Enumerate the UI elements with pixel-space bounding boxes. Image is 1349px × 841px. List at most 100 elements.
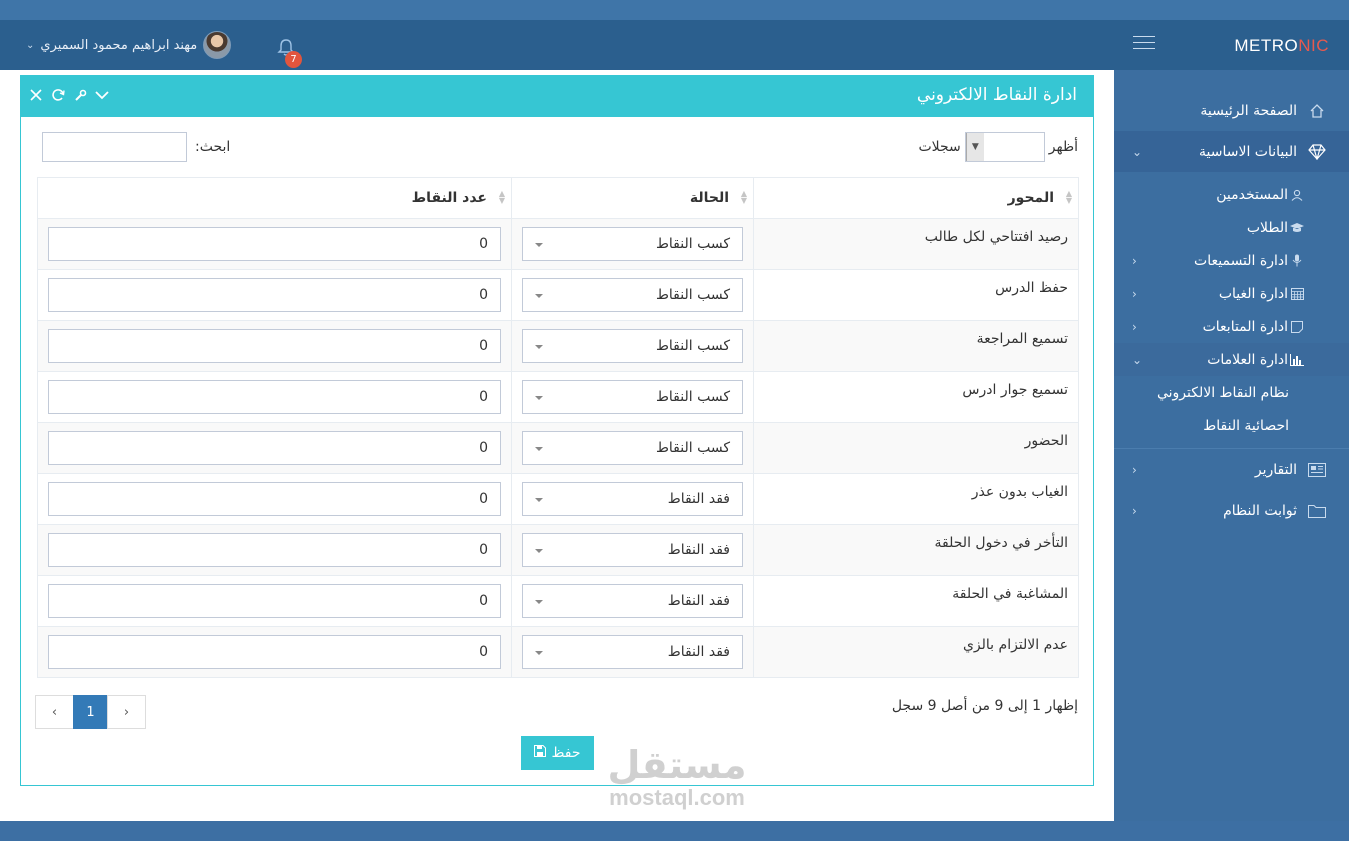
sidebar-item-basic-data[interactable]: البيانات الاساسية ⌄: [1114, 131, 1349, 172]
points-input[interactable]: 0: [48, 635, 501, 669]
points-input[interactable]: 0: [48, 329, 501, 363]
axis-cell: عدم الالتزام بالزي: [753, 626, 1079, 678]
column-header-axis[interactable]: ▲ ▼ المحور: [753, 177, 1079, 219]
points-cell: 0: [37, 320, 512, 372]
state-cell: كسب النقاط: [511, 218, 754, 270]
state-select[interactable]: كسب النقاط: [522, 329, 743, 363]
column-header-label: عدد النقاط: [411, 190, 487, 206]
state-cell: فقد النقاط: [511, 626, 754, 678]
search-input[interactable]: [42, 132, 187, 162]
sidebar-item-label: التقارير: [1254, 461, 1297, 478]
column-header-points[interactable]: ▲ ▼ عدد النقاط: [37, 177, 512, 219]
sort-icon: ▲ ▼: [498, 189, 505, 205]
notification-badge[interactable]: 7: [285, 51, 302, 68]
close-icon[interactable]: [29, 87, 43, 103]
state-select[interactable]: فقد النقاط: [522, 635, 743, 669]
logo-text: METRO: [1234, 36, 1299, 55]
state-select[interactable]: كسب النقاط: [522, 227, 743, 261]
state-select[interactable]: كسب النقاط: [522, 380, 743, 414]
chevron-left-icon: ‹: [1132, 503, 1137, 518]
points-input[interactable]: 0: [48, 533, 501, 567]
state-select[interactable]: كسب النقاط: [522, 278, 743, 312]
points-cell: 0: [37, 626, 512, 678]
state-select[interactable]: كسب النقاط: [522, 431, 743, 465]
state-select-value: فقد النقاط: [667, 593, 730, 609]
sidebar-item-system-constants[interactable]: ثوابت النظام ‹: [1114, 490, 1349, 531]
sidebar-item-marks[interactable]: ادارة العلامات ⌄: [1114, 343, 1349, 376]
sidebar-item-home[interactable]: الصفحة الرئيسية: [1114, 90, 1349, 131]
points-input[interactable]: 0: [48, 431, 501, 465]
chevron-down-icon: ⌄: [1132, 144, 1143, 159]
caret-down-icon: [535, 498, 543, 502]
sort-icon: ▲ ▼: [1065, 189, 1072, 205]
note-icon: [1290, 320, 1304, 333]
column-header-state[interactable]: ▲ ▼ الحالة: [511, 177, 754, 219]
table-row: رصيد افتتاحي لكل طالب كسب النقاط 0: [37, 218, 1079, 270]
points-input[interactable]: 0: [48, 278, 501, 312]
points-cell: 0: [37, 218, 512, 270]
search-label: ابحث:: [195, 139, 231, 155]
watermark-arabic: مستقل: [607, 743, 747, 787]
state-select-value: كسب النقاط: [655, 236, 730, 252]
page-length-select[interactable]: ▼: [964, 132, 1045, 162]
watermark-latin: mostaql.com: [609, 785, 745, 810]
page-length-control: أظهر ▼ سجلات: [918, 132, 1078, 162]
graduation-cap-icon: [1290, 222, 1304, 234]
save-button[interactable]: حفظ: [521, 736, 594, 770]
sidebar-item-recitations[interactable]: ادارة التسميعات ‹: [1114, 244, 1349, 277]
user-name[interactable]: مهند ابراهيم محمود السميري: [40, 38, 197, 53]
state-select[interactable]: فقد النقاط: [522, 482, 743, 516]
floppy-disk-icon: [534, 745, 547, 761]
sidebar-item-label: ادارة الغياب: [1218, 285, 1288, 302]
sidebar-item-absence[interactable]: ادارة الغياب ‹: [1114, 277, 1349, 310]
column-header-label: الحالة: [689, 190, 729, 206]
main-content: ادارة النقاط الالكتروني أظهر ▼ سجلات ابح…: [0, 70, 1114, 821]
sidebar-item-points-system[interactable]: نظام النقاط الالكتروني: [1114, 376, 1349, 409]
sidebar-item-label: ادارة المتابعات: [1202, 318, 1288, 335]
page-prev-button[interactable]: ‹: [35, 695, 74, 729]
chevron-down-icon[interactable]: [95, 87, 109, 103]
avatar[interactable]: [203, 31, 232, 59]
points-input[interactable]: 0: [48, 482, 501, 516]
caret-down-icon: [535, 651, 543, 655]
wrench-icon[interactable]: [73, 87, 87, 103]
chevron-left-icon: ‹: [1132, 462, 1137, 477]
state-select[interactable]: فقد النقاط: [522, 584, 743, 618]
points-portlet: ادارة النقاط الالكتروني أظهر ▼ سجلات ابح…: [20, 75, 1094, 786]
page-next-button[interactable]: ›: [107, 695, 146, 729]
records-label: سجلات: [918, 139, 961, 155]
points-table: ▲ ▼ المحور ▲ ▼ الحالة ▲ ▼ عدد النقاط رصيد افتت…: [37, 177, 1079, 678]
points-input[interactable]: 0: [48, 380, 501, 414]
sidebar-item-students[interactable]: الطلاب: [1114, 211, 1349, 244]
refresh-icon[interactable]: [51, 87, 65, 103]
sidebar-item-points-stats[interactable]: احصائية النقاط: [1114, 409, 1349, 442]
watermark: مستقل mostaql.com: [592, 744, 762, 810]
bar-chart-icon: [1290, 353, 1304, 366]
logo-accent-text: NIC: [1298, 36, 1329, 55]
sidebar-item-label: ادارة العلامات: [1207, 351, 1288, 368]
points-input[interactable]: 0: [48, 584, 501, 618]
points-input[interactable]: 0: [48, 227, 501, 261]
sidebar-item-followups[interactable]: ادارة المتابعات ‹: [1114, 310, 1349, 343]
points-cell: 0: [37, 473, 512, 525]
state-cell: فقد النقاط: [511, 524, 754, 576]
chevron-left-icon: ‹: [1132, 319, 1137, 334]
axis-cell: الحضور: [753, 422, 1079, 474]
points-cell: 0: [37, 422, 512, 474]
sidebar-item-users[interactable]: المستخدمين: [1114, 178, 1349, 211]
caret-down-icon: [535, 600, 543, 604]
chevron-down-icon[interactable]: ▼: [965, 133, 984, 161]
diamond-icon: [1307, 143, 1327, 160]
state-select-value: فقد النقاط: [667, 491, 730, 507]
page-1-button[interactable]: 1: [73, 695, 108, 729]
logo[interactable]: METRONIC: [1234, 36, 1329, 56]
state-select[interactable]: فقد النقاط: [522, 533, 743, 567]
axis-cell: المشاغبة في الحلقة: [753, 575, 1079, 627]
sidebar-item-reports[interactable]: التقارير ‹: [1114, 449, 1349, 490]
menu-toggle-icon[interactable]: [1133, 36, 1155, 52]
user-menu[interactable]: ⌄ مهند ابراهيم محمود السميري: [26, 30, 232, 60]
sidebar-item-label: الطلاب: [1246, 219, 1288, 236]
chevron-down-icon[interactable]: ⌄: [26, 40, 34, 51]
table-row: تسميع المراجعة كسب النقاط 0: [37, 320, 1079, 372]
axis-cell: تسميع المراجعة: [753, 320, 1079, 372]
